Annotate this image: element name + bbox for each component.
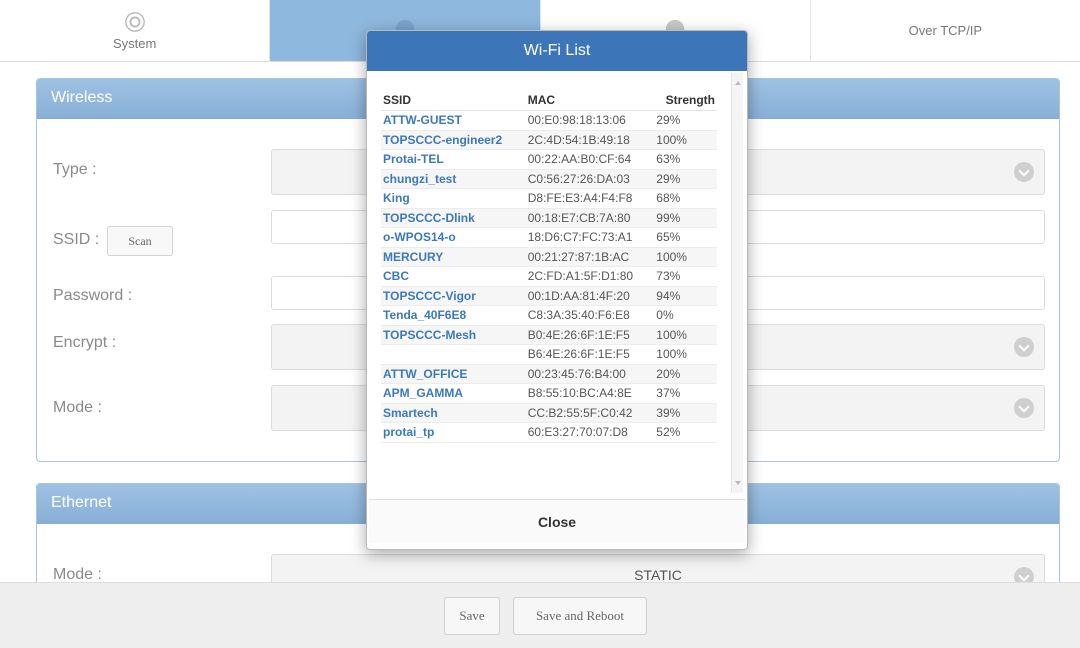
wifi-ssid[interactable]: TOPSCCC-Vigor <box>381 286 526 306</box>
wifi-mac: CC:B2:55:5F:C0:42 <box>525 403 655 423</box>
strength-column-header: Strength <box>654 83 717 111</box>
wifi-network-row[interactable]: B6:4E:26:6F:1E:F5 100% <box>381 344 717 365</box>
wifi-strength: 63% <box>654 149 717 170</box>
wifi-list-dialog: Wi-Fi List SSID MAC Strength ATTW-GUEST 0… <box>366 30 748 550</box>
type-label: Type : <box>53 161 97 178</box>
tab-system[interactable]: System <box>0 0 271 61</box>
wifi-strength: 0% <box>654 305 717 326</box>
wifi-strength: 73% <box>654 266 717 287</box>
ssid-column-header: SSID <box>381 83 526 111</box>
wifi-network-row[interactable]: CBC 2C:FD:A1:5F:D1:80 73% <box>381 266 717 287</box>
encrypt-label: Encrypt : <box>53 334 117 351</box>
wifi-ssid[interactable]: TOPSCCC-Dlink <box>381 208 526 228</box>
wifi-list-body: SSID MAC Strength ATTW-GUEST 00:E0:98:18:… <box>381 83 727 493</box>
wifi-mac: B0:4E:26:6F:1E:F5 <box>525 325 655 345</box>
wifi-network-row[interactable]: chungzi_test C0:56:27:26:DA:03 29% <box>381 169 717 189</box>
wifi-strength: 37% <box>654 383 717 404</box>
wifi-mac: D8:FE:E3:A4:F4:F8 <box>525 188 655 209</box>
wifi-strength: 68% <box>654 188 717 209</box>
wifi-network-row[interactable]: TOPSCCC-Mesh B0:4E:26:6F:1E:F5 100% <box>381 325 717 345</box>
save-and-reboot-button[interactable]: Save and Reboot <box>513 597 647 635</box>
wifi-strength: 39% <box>654 403 717 423</box>
wifi-network-row[interactable]: TOPSCCC-Vigor 00:1D:AA:81:4F:20 94% <box>381 286 717 306</box>
wifi-ssid[interactable]: o-WPOS14-o <box>381 227 526 248</box>
wifi-strength: 100% <box>654 130 717 150</box>
close-button[interactable]: Close <box>369 499 745 543</box>
tab-system-label: System <box>112 35 157 51</box>
wifi-mac: 00:18:E7:CB:7A:80 <box>525 208 655 228</box>
wifi-ssid[interactable] <box>381 344 526 365</box>
wifi-strength: 94% <box>654 286 717 306</box>
wifi-ssid[interactable]: MERCURY <box>381 247 526 267</box>
wifi-strength: 100% <box>654 247 717 267</box>
wifi-ssid[interactable]: Smartech <box>381 403 526 423</box>
wifi-strength: 52% <box>654 422 717 443</box>
wifi-ssid[interactable]: CBC <box>381 266 526 287</box>
wifi-ssid[interactable]: chungzi_test <box>381 169 526 189</box>
wifi-mac: 2C:FD:A1:5F:D1:80 <box>525 266 655 287</box>
wifi-network-row[interactable]: APM_GAMMA B8:55:10:BC:A4:8E 37% <box>381 383 717 404</box>
password-label: Password : <box>53 287 133 304</box>
wifi-network-row[interactable]: ATTW-GUEST 00:E0:98:18:13:06 29% <box>381 110 717 131</box>
scan-button[interactable]: Scan <box>107 226 173 256</box>
wifi-strength: 20% <box>654 364 717 384</box>
tab-over-tcpip[interactable]: Over TCP/IP <box>811 0 1080 61</box>
wifi-mac: 00:E0:98:18:13:06 <box>525 110 655 131</box>
wifi-strength: 100% <box>654 325 717 345</box>
wifi-table-header: SSID MAC Strength <box>381 83 717 111</box>
wifi-network-row[interactable]: ATTW_OFFICE 00:23:45:76:B4:00 20% <box>381 364 717 384</box>
wifi-mac: 00:22:AA:B0:CF:64 <box>525 149 655 170</box>
wifi-strength: 29% <box>654 169 717 189</box>
scroll-up-arrow-icon[interactable] <box>735 81 741 85</box>
wifi-network-row[interactable]: protai_tp 60:E3:27:70:07:D8 52% <box>381 422 717 443</box>
wifi-strength: 65% <box>654 227 717 248</box>
wifi-list-scrollbar[interactable] <box>731 73 743 493</box>
save-button[interactable]: Save <box>444 597 500 635</box>
gear-icon <box>124 11 145 32</box>
wifi-network-row[interactable]: TOPSCCC-Dlink 00:18:E7:CB:7A:80 99% <box>381 208 717 228</box>
wifi-mac: B6:4E:26:6F:1E:F5 <box>525 344 655 365</box>
scroll-down-arrow-icon[interactable] <box>735 481 741 485</box>
wifi-network-row[interactable]: TOPSCCC-engineer2 2C:4D:54:1B:49:18 100% <box>381 130 717 150</box>
wifi-network-row[interactable]: Smartech CC:B2:55:5F:C0:42 39% <box>381 403 717 423</box>
ethernet-mode-value: STATIC <box>634 567 682 583</box>
wifi-mac: 60:E3:27:70:07:D8 <box>525 422 655 443</box>
wifi-network-row[interactable]: Tenda_40F6E8 C8:3A:35:40:F6:E8 0% <box>381 305 717 326</box>
wifi-mac: 2C:4D:54:1B:49:18 <box>525 130 655 150</box>
wifi-ssid[interactable]: Protai-TEL <box>381 149 526 170</box>
mode-label: Mode : <box>53 399 102 416</box>
chevron-down-icon <box>1014 337 1034 357</box>
wifi-ssid[interactable]: TOPSCCC-engineer2 <box>381 130 526 150</box>
chevron-down-icon <box>1014 162 1034 182</box>
wifi-strength: 100% <box>654 344 717 365</box>
ssid-label: SSID : <box>53 231 100 248</box>
wifi-table: SSID MAC Strength ATTW-GUEST 00:E0:98:18:… <box>381 83 717 443</box>
wifi-mac: 18:D6:C7:FC:73:A1 <box>525 227 655 248</box>
wifi-mac: B8:55:10:BC:A4:8E <box>525 383 655 404</box>
wifi-mac: C0:56:27:26:DA:03 <box>525 169 655 189</box>
wifi-ssid[interactable]: Tenda_40F6E8 <box>381 305 526 326</box>
wifi-network-row[interactable]: o-WPOS14-o 18:D6:C7:FC:73:A1 65% <box>381 227 717 248</box>
wifi-ssid[interactable]: APM_GAMMA <box>381 383 526 404</box>
wifi-mac: 00:21:27:87:1B:AC <box>525 247 655 267</box>
wifi-mac: 00:23:45:76:B4:00 <box>525 364 655 384</box>
wifi-network-row[interactable]: King D8:FE:E3:A4:F4:F8 68% <box>381 188 717 209</box>
wifi-ssid[interactable]: ATTW_OFFICE <box>381 364 526 384</box>
wifi-ssid[interactable]: TOPSCCC-Mesh <box>381 325 526 345</box>
footer-bar: Save Save and Reboot <box>0 582 1080 648</box>
wifi-ssid[interactable]: ATTW-GUEST <box>381 110 526 131</box>
wifi-list-title: Wi-Fi List <box>367 31 747 71</box>
wifi-strength: 29% <box>654 110 717 131</box>
wifi-mac: C8:3A:35:40:F6:E8 <box>525 305 655 326</box>
wifi-mac: 00:1D:AA:81:4F:20 <box>525 286 655 306</box>
wifi-ssid[interactable]: protai_tp <box>381 422 526 443</box>
wifi-ssid[interactable]: King <box>381 188 526 209</box>
wifi-strength: 99% <box>654 208 717 228</box>
tab-over-tcpip-label: Over TCP/IP <box>908 23 983 38</box>
wifi-network-row[interactable]: Protai-TEL 00:22:AA:B0:CF:64 63% <box>381 149 717 170</box>
chevron-down-icon <box>1014 398 1034 418</box>
mac-column-header: MAC <box>525 83 655 111</box>
wifi-network-row[interactable]: MERCURY 00:21:27:87:1B:AC 100% <box>381 247 717 267</box>
